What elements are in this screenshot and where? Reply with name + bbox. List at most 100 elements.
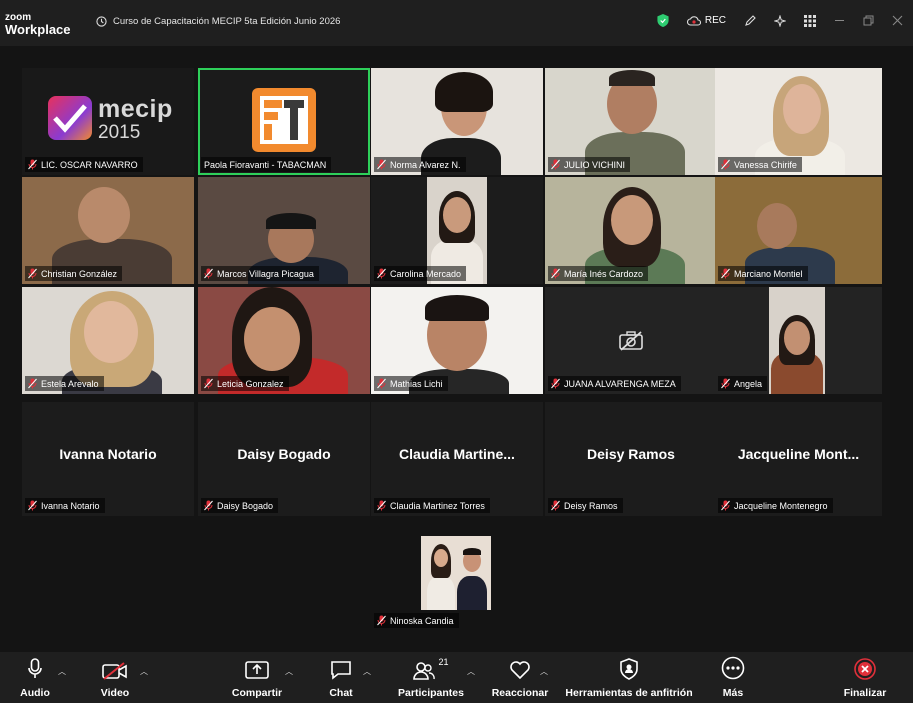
muted-mic-icon xyxy=(721,159,730,170)
participant-tile[interactable]: Norma Alvarez N. xyxy=(371,68,543,175)
participants-icon xyxy=(413,662,436,680)
shield-icon xyxy=(620,658,638,680)
participant-tile[interactable]: Carolina Mercado xyxy=(371,177,543,284)
audio-options-caret-icon[interactable]: ︿ xyxy=(58,666,66,677)
recording-indicator[interactable]: REC xyxy=(686,15,726,26)
participant-name-tag: Paola Fioravanti - TABACMAN xyxy=(201,157,332,172)
participant-name: Ninoska Candia xyxy=(390,615,454,626)
participant-tile-no-video[interactable]: Deisy Ramos Deisy Ramos xyxy=(545,402,717,516)
participant-display-name: Ivanna Notario xyxy=(59,446,157,462)
react-label: Reaccionar xyxy=(491,687,549,699)
participant-name-tag: Estela Arevalo xyxy=(25,376,104,391)
participant-name-tag: Ninoska Candia xyxy=(374,613,459,628)
participant-name: JUANA ALVARENGA MEZA xyxy=(564,378,676,389)
participant-name-tag: Marciano Montiel xyxy=(718,266,808,281)
participant-name: Deisy Ramos xyxy=(564,500,618,511)
participant-tile[interactable]: María Inés Cardozo xyxy=(545,177,717,284)
sparkle-icon[interactable] xyxy=(774,14,786,27)
participants-button[interactable]: 21 Participantes xyxy=(396,652,466,703)
more-options-icon xyxy=(721,656,745,680)
participant-name: Angela xyxy=(734,378,763,389)
participant-display-name: Claudia Martine... xyxy=(399,446,515,462)
participant-tile[interactable]: Vanessa Chirife xyxy=(715,68,882,175)
shield-icon[interactable] xyxy=(657,14,669,27)
participant-tile[interactable]: Marciano Montiel xyxy=(715,177,882,284)
chat-options-caret-icon[interactable]: ︿ xyxy=(363,666,371,677)
meeting-info[interactable]: Curso de Capacitación MECIP 5ta Edición … xyxy=(96,16,340,27)
muted-mic-icon xyxy=(551,378,560,389)
rec-label: REC xyxy=(704,15,726,26)
participant-name-tag: Christian González xyxy=(25,266,123,281)
video-gallery: mecip 2015 LIC. OSCAR NAVARRO Paola Fior… xyxy=(0,46,913,652)
react-button[interactable]: Reaccionar xyxy=(492,652,548,703)
muted-mic-icon xyxy=(204,268,213,279)
participant-name: Christian González xyxy=(41,268,118,279)
gallery-grid-icon[interactable] xyxy=(804,14,816,27)
participant-name: María Inés Cardozo xyxy=(564,268,644,279)
end-call-icon xyxy=(854,658,876,680)
participant-tile[interactable]: Ninoska Candia xyxy=(371,530,543,634)
muted-mic-icon xyxy=(721,500,730,511)
participant-name: Jacqueline Montenegro xyxy=(734,500,828,511)
participant-name-tag: Claudia Martinez Torres xyxy=(374,498,490,513)
heart-icon xyxy=(510,661,530,680)
logo-bottom: Workplace xyxy=(5,22,71,37)
meeting-title: Curso de Capacitación MECIP 5ta Edición … xyxy=(113,16,341,27)
participant-tile-no-video[interactable]: Ivanna Notario Ivanna Notario xyxy=(22,402,194,516)
participant-name-tag: Carolina Mercado xyxy=(374,266,467,281)
cloud-record-icon xyxy=(686,15,701,26)
end-meeting-button[interactable]: Finalizar xyxy=(842,652,888,703)
video-button[interactable]: Video xyxy=(96,652,134,703)
chat-label: Chat xyxy=(329,687,353,699)
participants-label: Participantes xyxy=(398,687,464,699)
share-button[interactable]: Compartir xyxy=(228,652,286,703)
host-tools-button[interactable]: Herramientas de anfitrión xyxy=(565,652,693,703)
participants-options-caret-icon[interactable]: ︿ xyxy=(467,666,475,677)
restore-icon[interactable] xyxy=(863,15,874,26)
participant-display-name: Deisy Ramos xyxy=(587,446,675,462)
muted-mic-icon xyxy=(377,378,386,389)
participant-tile[interactable]: JULIO VICHINI xyxy=(545,68,717,175)
muted-mic-icon xyxy=(551,500,560,511)
participant-name-tag: Ivanna Notario xyxy=(25,498,105,513)
video-off-icon xyxy=(102,662,127,680)
share-options-caret-icon[interactable]: ︿ xyxy=(285,666,293,677)
participant-name-tag: Mathias Lichi xyxy=(374,376,448,391)
muted-mic-icon xyxy=(377,615,386,626)
muted-mic-icon xyxy=(377,500,386,511)
audio-button[interactable]: Audio xyxy=(14,652,56,703)
title-bar-controls: REC xyxy=(657,14,903,27)
muted-mic-icon xyxy=(377,159,386,170)
react-options-caret-icon[interactable]: ︿ xyxy=(540,666,548,677)
participant-name-tag: Vanessa Chirife xyxy=(718,157,802,172)
pen-icon[interactable] xyxy=(744,14,756,27)
participant-tile-no-video[interactable]: Claudia Martine... Claudia Martinez Torr… xyxy=(371,402,543,516)
avatar-logo xyxy=(252,88,316,152)
participant-tile[interactable]: mecip 2015 LIC. OSCAR NAVARRO xyxy=(22,68,194,175)
participant-tile[interactable]: Estela Arevalo xyxy=(22,287,194,394)
participant-name-tag: Daisy Bogado xyxy=(201,498,279,513)
chat-button[interactable]: Chat xyxy=(322,652,360,703)
participant-tile[interactable]: Mathias Lichi xyxy=(371,287,543,394)
end-label: Finalizar xyxy=(843,687,887,699)
participant-name: Daisy Bogado xyxy=(217,500,274,511)
participant-tile-no-video[interactable]: Jacqueline Mont... Jacqueline Montenegro xyxy=(715,402,882,516)
close-icon[interactable] xyxy=(892,15,903,26)
logo-year: 2015 xyxy=(98,122,141,143)
participant-tile-active-speaker[interactable]: Paola Fioravanti - TABACMAN xyxy=(198,68,370,175)
participant-display-name: Jacqueline Mont... xyxy=(737,446,860,462)
host-tools-label: Herramientas de anfitrión xyxy=(565,687,693,699)
participant-name: Marciano Montiel xyxy=(734,268,803,279)
video-options-caret-icon[interactable]: ︿ xyxy=(140,666,148,677)
participant-tile[interactable]: Angela xyxy=(715,287,882,394)
more-button[interactable]: Más xyxy=(716,652,750,703)
participant-tile[interactable]: Marcos Villagra Picagua xyxy=(198,177,370,284)
muted-mic-icon xyxy=(721,268,730,279)
muted-mic-icon xyxy=(551,268,560,279)
participant-tile[interactable]: Leticia Gonzalez xyxy=(198,287,370,394)
participant-tile[interactable]: Christian González xyxy=(22,177,194,284)
participant-tile-no-video[interactable]: Daisy Bogado Daisy Bogado xyxy=(198,402,370,516)
participant-tile-video-off[interactable]: JUANA ALVARENGA MEZA xyxy=(545,287,717,394)
minimize-icon[interactable] xyxy=(834,15,845,26)
more-label: Más xyxy=(722,687,744,699)
